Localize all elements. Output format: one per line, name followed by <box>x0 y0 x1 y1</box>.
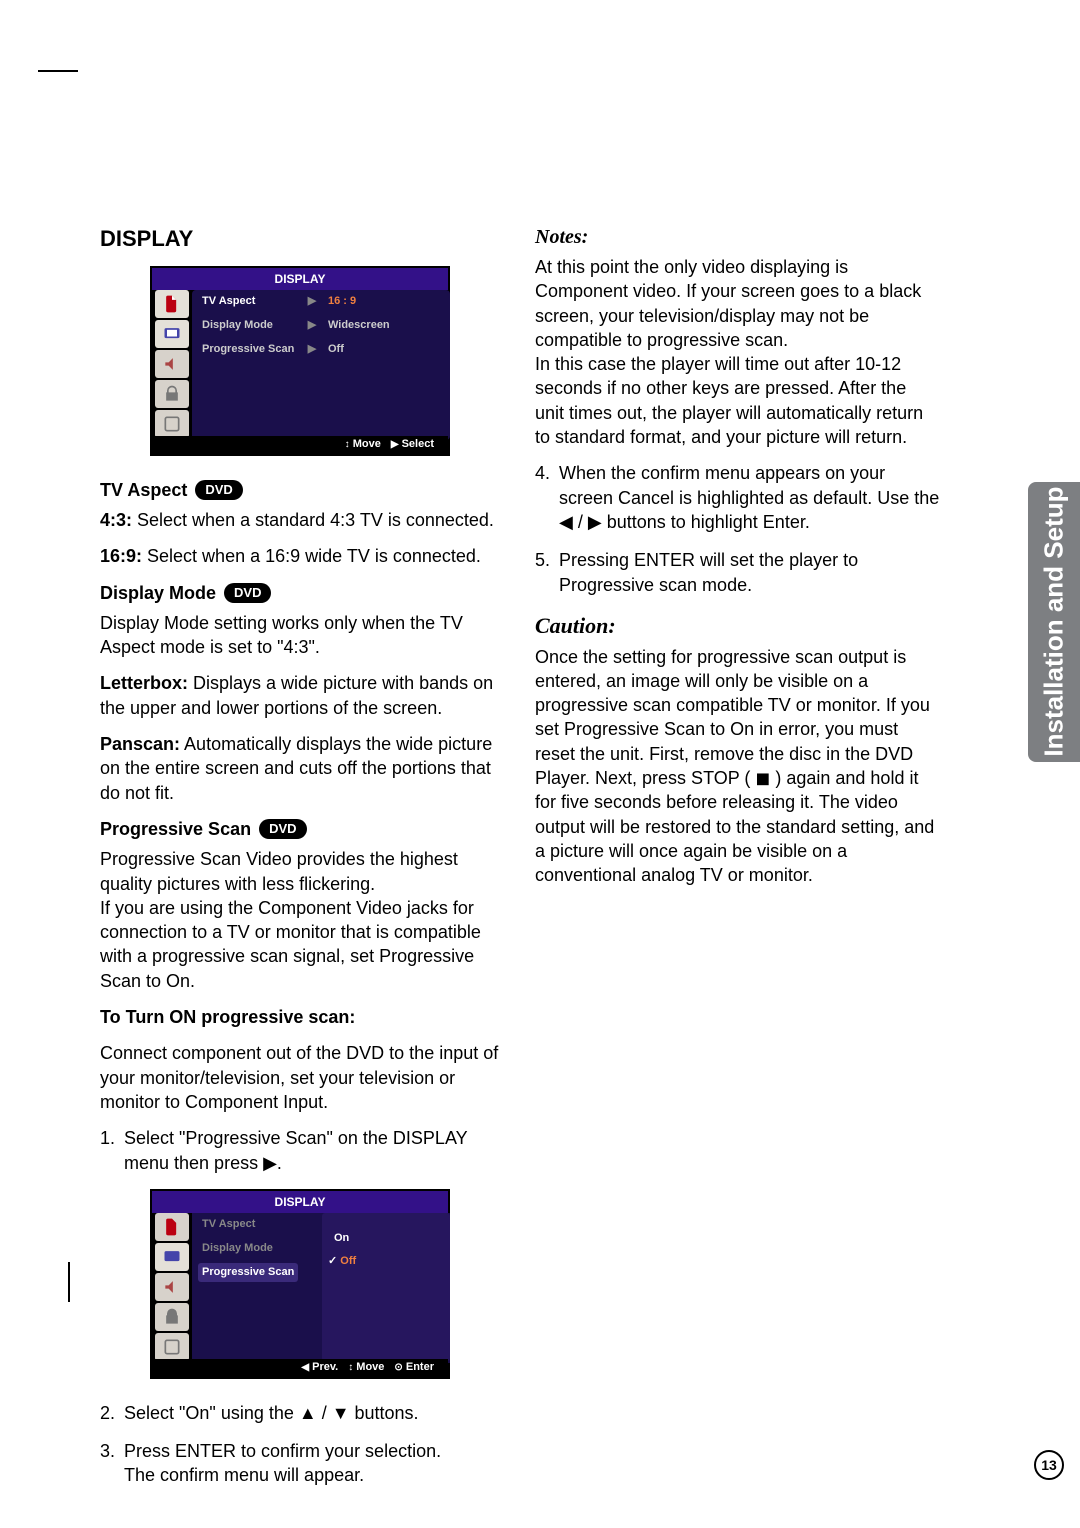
osd1-title: DISPLAY <box>152 268 448 290</box>
heading-caution: Caution: <box>535 611 940 641</box>
lock-tab-icon <box>155 1303 189 1331</box>
step-3: 3.Press ENTER to confirm your selection.… <box>100 1439 505 1488</box>
language-tab-icon <box>155 1213 189 1241</box>
subhead-progressive: Progressive Scan DVD <box>100 817 505 841</box>
step-1: 1.Select "Progressive Scan" on the DISPL… <box>100 1126 505 1175</box>
subhead-tvaspect: TV Aspect DVD <box>100 478 505 502</box>
p-letterbox: Letterbox: Displays a wide picture with … <box>100 671 505 720</box>
audio-tab-icon <box>155 1273 189 1301</box>
crop-mark <box>68 1262 70 1302</box>
p-43: 4:3: Select when a standard 4:3 TV is co… <box>100 508 505 532</box>
heading-notes: Notes: <box>535 224 940 251</box>
step-2: 2.Select "On" using the ▲ / ▼ buttons. <box>100 1401 505 1425</box>
osd2-title: DISPLAY <box>152 1191 448 1213</box>
osd2-submenu: On ✓ Off <box>322 1213 450 1361</box>
dvd-badge: DVD <box>195 480 242 500</box>
osd1-row-displaymode: Display Mode ▶ Widescreen <box>192 314 450 338</box>
left-column: DISPLAY DISPLAY TV Aspect ▶ 16 : 9 <box>100 224 505 1264</box>
p-panscan: Panscan: Automatically displays the wide… <box>100 732 505 805</box>
osd2-sub-off: ✓ Off <box>322 1250 450 1273</box>
osd2-sidebar <box>152 1213 192 1363</box>
osd2-footer: ◀ Prev. ↕ Move ⊙ Enter <box>152 1359 448 1377</box>
page-number-value: 13 <box>1041 1456 1057 1475</box>
section-tab: Installation and Setup <box>1028 482 1080 762</box>
crop-mark <box>38 70 78 72</box>
right-column: Notes: At this point the only video disp… <box>535 224 940 1264</box>
p-connect: Connect component out of the DVD to the … <box>100 1041 505 1114</box>
p-prog2: If you are using the Component Video jac… <box>100 896 505 993</box>
p-caution: Once the setting for progressive scan ou… <box>535 645 940 888</box>
misc-tab-icon <box>155 410 189 438</box>
osd1-footer: ↕ Move ▶ Select <box>152 436 448 454</box>
osd1-row-tvaspect: TV Aspect ▶ 16 : 9 <box>192 290 450 314</box>
p-169: 16:9: Select when a 16:9 wide TV is conn… <box>100 544 505 568</box>
step-5: 5.Pressing ENTER will set the player to … <box>535 548 940 597</box>
page-number: 13 <box>1034 1450 1068 1484</box>
subhead-turnon: To Turn ON progressive scan: <box>100 1005 505 1029</box>
step-4: 4.When the confirm menu appears on your … <box>535 461 940 534</box>
heading-display: DISPLAY <box>100 224 505 254</box>
misc-tab-icon <box>155 1333 189 1361</box>
p-dispmode: Display Mode setting works only when the… <box>100 611 505 660</box>
subhead-displaymode: Display Mode DVD <box>100 581 505 605</box>
osd-screenshot-2: DISPLAY TV Aspect Display Mode Progressi… <box>150 1189 450 1379</box>
section-tab-label: Installation and Setup <box>1036 487 1071 757</box>
lock-tab-icon <box>155 380 189 408</box>
language-tab-icon <box>155 290 189 318</box>
dvd-badge: DVD <box>259 819 306 839</box>
display-tab-icon <box>155 320 189 348</box>
osd-screenshot-1: DISPLAY TV Aspect ▶ 16 : 9 Dis <box>150 266 450 456</box>
p-prog1: Progressive Scan Video provides the high… <box>100 847 505 896</box>
osd2-sub-on: On <box>322 1227 450 1250</box>
osd1-row-progressive: Progressive Scan ▶ Off <box>192 338 450 362</box>
dvd-badge: DVD <box>224 583 271 603</box>
osd2-panel: TV Aspect Display Mode Progressive Scan … <box>192 1213 450 1363</box>
p-notes2: In this case the player will time out af… <box>535 352 940 449</box>
display-tab-icon <box>155 1243 189 1271</box>
osd1-sidebar <box>152 290 192 440</box>
osd1-panel: TV Aspect ▶ 16 : 9 Display Mode ▶ Widesc… <box>192 290 450 440</box>
audio-tab-icon <box>155 350 189 378</box>
page-content: DISPLAY DISPLAY TV Aspect ▶ 16 : 9 <box>100 224 940 1264</box>
p-notes1: At this point the only video displaying … <box>535 255 940 352</box>
